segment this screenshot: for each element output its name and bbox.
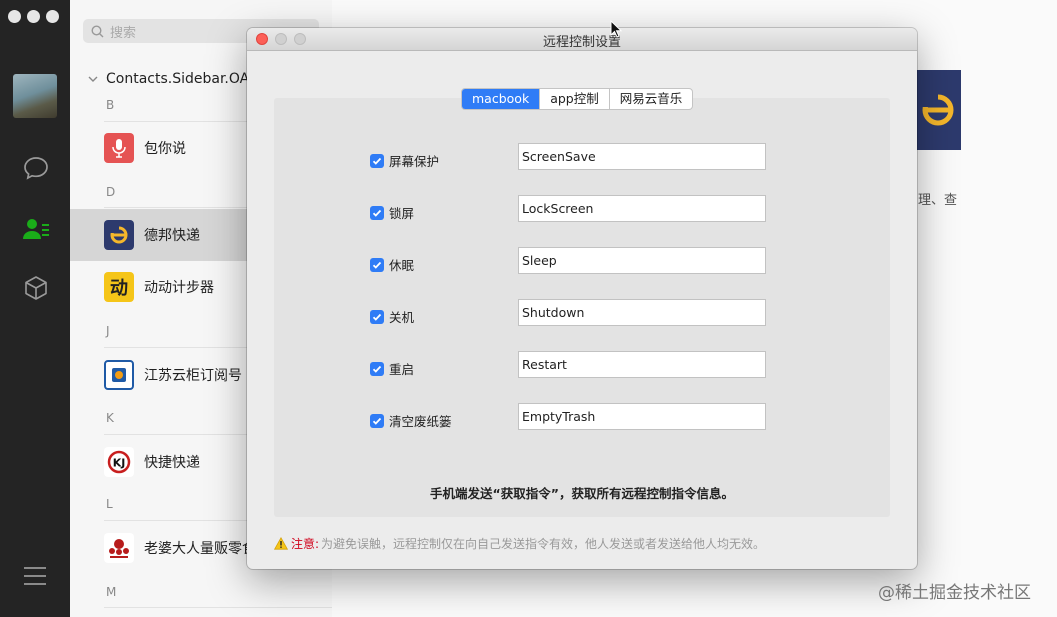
option-lockscreen: 锁屏 [370, 203, 414, 222]
group-title: Contacts.Sidebar.OAs [106, 71, 257, 87]
chat-icon[interactable] [20, 152, 52, 184]
checkmark-icon [372, 209, 382, 217]
option-label: 重启 [389, 362, 415, 377]
laopo-logo-icon [104, 533, 134, 563]
cube-icon[interactable] [20, 272, 52, 304]
debang-logo-icon [104, 220, 134, 250]
dialog-title: 远程控制设置 [542, 35, 621, 50]
command-field-emptytrash[interactable] [518, 403, 766, 430]
section-letter: J [106, 324, 110, 338]
option-shutdown: 关机 [370, 307, 414, 326]
option-sleep: 休眠 [370, 255, 414, 274]
option-label: 清空废纸篓 [389, 414, 452, 429]
remote-control-dialog: 远程控制设置 macbook app控制 网易云音乐 屏幕保护 锁屏 休眠 关机… [247, 28, 917, 569]
hint-text: 手机端发送“获取指令”，获取所有远程控制指令信息。 [430, 486, 734, 501]
microphone-icon [104, 133, 134, 163]
command-field-shutdown[interactable] [518, 299, 766, 326]
checkmark-icon [372, 417, 382, 425]
option-label: 屏幕保护 [389, 154, 440, 169]
section-letter: B [106, 98, 115, 112]
window-controls [8, 10, 59, 23]
divider [104, 607, 332, 608]
contact-name: 动动计步器 [144, 280, 214, 296]
group-header[interactable]: Contacts.Sidebar.OAs [88, 71, 257, 87]
checkmark-icon [372, 313, 382, 321]
profile-logo [914, 70, 961, 150]
checkbox-emptytrash[interactable] [370, 413, 384, 428]
avatar[interactable] [13, 74, 57, 118]
minimize-window-icon[interactable] [27, 10, 40, 23]
option-restart: 重启 [370, 359, 414, 378]
menu-icon[interactable] [24, 567, 46, 585]
tab-netease-music[interactable]: 网易云音乐 [608, 89, 693, 109]
dialog-titlebar[interactable]: 远程控制设置 [247, 28, 917, 51]
option-emptytrash: 清空废纸篓 [370, 411, 452, 430]
section-letter: D [106, 185, 116, 199]
svg-text:KJ: KJ [113, 457, 126, 470]
checkbox-shutdown[interactable] [370, 309, 384, 324]
watermark: @稀土掘金技术社区 [878, 583, 1031, 603]
checkbox-sleep[interactable] [370, 257, 384, 272]
kuaijie-logo-icon: KJ [104, 447, 134, 477]
contact-name: 江苏云柜订阅号 [144, 368, 242, 384]
mouse-cursor-icon [610, 20, 622, 38]
checkbox-screensave[interactable] [370, 153, 384, 168]
command-field-restart[interactable] [518, 351, 766, 378]
section-letter: L [106, 497, 113, 511]
search-placeholder: 搜索 [110, 25, 137, 41]
app-sidebar-rail [0, 0, 70, 617]
profile-description: 理、查 [918, 193, 958, 208]
option-screensave: 屏幕保护 [370, 151, 439, 170]
notice-label: 注意: [291, 537, 320, 551]
tab-bar: macbook app控制 网易云音乐 [461, 88, 694, 110]
tab-macbook[interactable]: macbook [462, 89, 540, 109]
zoom-window-icon[interactable] [46, 10, 59, 23]
warning-icon [274, 537, 288, 550]
section-letter: K [106, 411, 114, 425]
notice-text: 为避免误触，远程控制仅在向自己发送指令有效，他人发送或者发送给他人均无效。 [321, 537, 766, 551]
notice: 注意: 为避免误触，远程控制仅在向自己发送指令有效，他人发送或者发送给他人均无效… [274, 535, 765, 552]
search-icon [91, 24, 104, 37]
contact-name: 德邦快递 [144, 228, 200, 244]
option-label: 休眠 [389, 258, 415, 273]
option-label: 关机 [389, 310, 415, 325]
checkmark-icon [372, 365, 382, 373]
section-letter: M [106, 585, 117, 599]
checkbox-lockscreen[interactable] [370, 205, 384, 220]
close-window-icon[interactable] [8, 10, 21, 23]
contact-name: 包你说 [144, 141, 186, 157]
command-field-sleep[interactable] [518, 247, 766, 274]
checkbox-restart[interactable] [370, 361, 384, 376]
checkmark-icon [372, 157, 382, 165]
option-label: 锁屏 [389, 206, 415, 221]
command-field-screensave[interactable] [518, 143, 766, 170]
jiangsu-cloud-logo-icon [104, 360, 134, 390]
dongdong-logo-icon: 动 [104, 272, 134, 302]
checkmark-icon [372, 261, 382, 269]
contacts-icon[interactable] [20, 213, 52, 245]
chevron-down-icon [88, 76, 98, 82]
tab-app-control[interactable]: app控制 [539, 89, 609, 109]
contact-name: 快捷快递 [144, 455, 200, 471]
contact-name: 老婆大人量贩零食 [144, 541, 256, 557]
command-field-lockscreen[interactable] [518, 195, 766, 222]
